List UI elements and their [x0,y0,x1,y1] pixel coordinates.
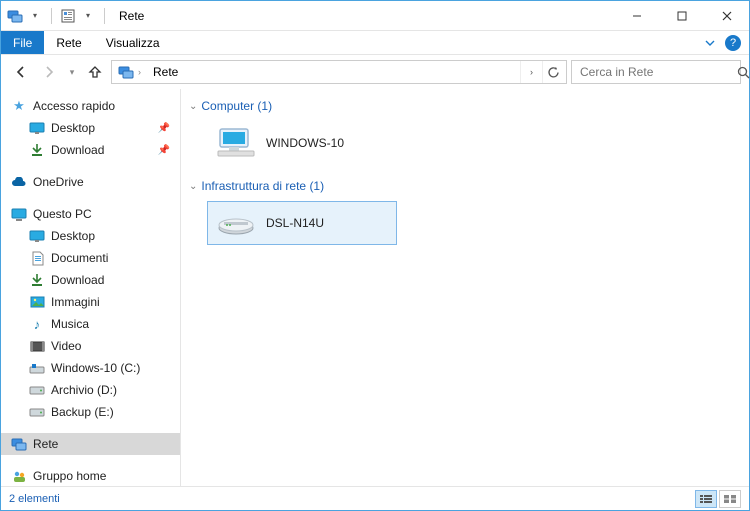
desktop-icon [29,120,45,136]
download-icon [29,272,45,288]
sidebar-item-desktop[interactable]: Desktop [1,225,180,247]
sidebar-onedrive[interactable]: OneDrive [1,171,180,193]
music-icon: ♪ [29,316,45,332]
network-icon [118,64,134,80]
sidebar-item-downloads[interactable]: Download [1,269,180,291]
pin-icon: 📌 [158,145,170,156]
qat-dropdown-icon-2[interactable]: ▾ [80,8,96,24]
sidebar-item-label: Desktop [51,229,95,243]
address-dropdown-icon[interactable]: › [520,61,542,83]
search-box[interactable] [571,60,741,84]
title-bar: ▾ ▾ Rete [1,1,749,31]
download-icon [29,142,45,158]
breadcrumb[interactable]: Rete [149,65,182,79]
sidebar-item-label: Archivio (D:) [51,383,117,397]
sidebar-item-drive-e[interactable]: Backup (E:) [1,401,180,423]
sidebar-homegroup[interactable]: Gruppo home [1,465,180,486]
minimize-button[interactable] [614,1,659,30]
tab-network[interactable]: Rete [44,31,93,54]
homegroup-icon [11,468,27,484]
computer-icon [216,127,256,159]
pictures-icon [29,294,45,310]
item-label: WINDOWS-10 [266,136,344,150]
group-header-infrastructure[interactable]: ⌄ Infrastruttura di rete (1) [189,179,737,193]
navigation-pane: ★ Accesso rapido Desktop 📌 Download 📌 On… [1,89,181,486]
navigation-bar: ▾ › Rete › [1,55,749,89]
refresh-button[interactable] [542,61,564,83]
window-title: Rete [115,9,144,23]
search-icon[interactable] [737,66,750,79]
file-tab[interactable]: File [1,31,44,54]
chevron-down-icon: ⌄ [189,181,197,192]
properties-icon[interactable] [60,8,76,24]
up-button[interactable] [83,60,107,84]
drive-icon [29,404,45,420]
pc-icon [11,206,27,222]
sidebar-item-desktop[interactable]: Desktop 📌 [1,117,180,139]
close-button[interactable] [704,1,749,30]
help-button[interactable]: ? [725,35,741,51]
view-large-icons-button[interactable] [719,490,741,508]
ribbon-expand-icon[interactable] [699,31,721,54]
tab-view[interactable]: Visualizza [94,31,172,54]
sidebar-item-label: Gruppo home [33,469,106,483]
drive-icon [29,360,45,376]
recent-dropdown-icon[interactable]: ▾ [65,60,79,84]
documents-icon [29,250,45,266]
sidebar-item-label: Download [51,143,104,157]
sidebar-item-videos[interactable]: Video [1,335,180,357]
cloud-icon [11,174,27,190]
sidebar-item-label: Documenti [51,251,108,265]
video-icon [29,338,45,354]
sidebar-item-label: Desktop [51,121,95,135]
view-details-button[interactable] [695,490,717,508]
content-pane: ⌄ Computer (1) WINDOWS-10 ⌄ Infrastruttu… [181,89,749,486]
pin-icon: 📌 [158,123,170,134]
router-icon [216,207,256,239]
group-header-computer[interactable]: ⌄ Computer (1) [189,99,737,113]
sidebar-item-label: Questo PC [33,207,92,221]
qat-dropdown-icon[interactable]: ▾ [27,8,43,24]
forward-button[interactable] [37,60,61,84]
group-header-label: Infrastruttura di rete (1) [201,179,324,193]
explorer-window: ▾ ▾ Rete File Rete Visualizza ? ▾ [0,0,750,511]
network-item-computer[interactable]: WINDOWS-10 [207,121,397,165]
ribbon-tabs: File Rete Visualizza ? [1,31,749,55]
sidebar-quick-access[interactable]: ★ Accesso rapido [1,95,180,117]
sidebar-network[interactable]: Rete [1,433,180,455]
drive-icon [29,382,45,398]
sidebar-this-pc[interactable]: Questo PC [1,203,180,225]
search-input[interactable] [578,64,737,80]
status-bar: 2 elementi [1,486,749,510]
sidebar-item-label: Video [51,339,81,353]
chevron-down-icon: ⌄ [189,101,197,112]
network-item-router[interactable]: DSL-N14U [207,201,397,245]
sidebar-item-music[interactable]: ♪ Musica [1,313,180,335]
status-text: 2 elementi [9,493,60,505]
sidebar-item-drive-d[interactable]: Archivio (D:) [1,379,180,401]
sidebar-item-label: Backup (E:) [51,405,114,419]
sidebar-item-downloads[interactable]: Download 📌 [1,139,180,161]
sidebar-item-documents[interactable]: Documenti [1,247,180,269]
sidebar-item-label: Immagini [51,295,100,309]
sidebar-item-label: OneDrive [33,175,84,189]
sidebar-item-label: Download [51,273,104,287]
sidebar-item-drive-c[interactable]: Windows-10 (C:) [1,357,180,379]
address-bar[interactable]: › Rete › [111,60,567,84]
sidebar-item-pictures[interactable]: Immagini [1,291,180,313]
sidebar-item-label: Musica [51,317,89,331]
sidebar-item-label: Accesso rapido [33,99,115,113]
network-icon [11,436,27,452]
back-button[interactable] [9,60,33,84]
sidebar-item-label: Rete [33,437,58,451]
network-icon [7,8,23,24]
sidebar-item-label: Windows-10 (C:) [51,361,140,375]
item-label: DSL-N14U [266,216,324,230]
maximize-button[interactable] [659,1,704,30]
star-icon: ★ [11,98,27,114]
group-header-label: Computer (1) [201,99,272,113]
desktop-icon [29,228,45,244]
